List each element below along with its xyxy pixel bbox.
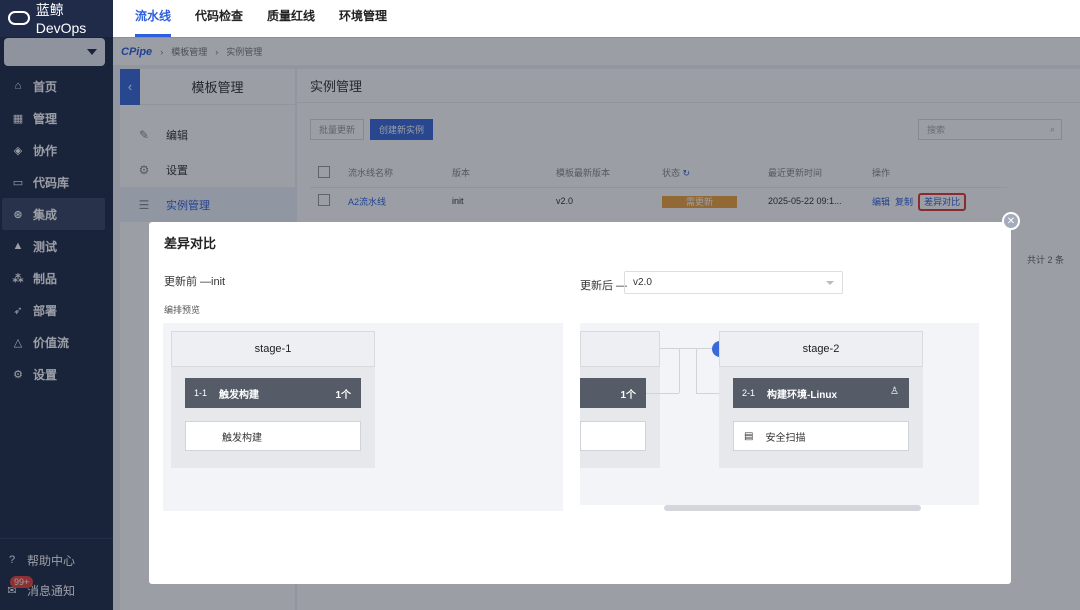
job-header[interactable]: 2-1 构建环境-Linux ♙ xyxy=(733,378,909,408)
tab-environment[interactable]: 环境管理 xyxy=(327,7,399,37)
close-icon: ✕ xyxy=(1006,215,1016,227)
task-name: 安全扫描 xyxy=(765,432,806,444)
stage-column: stage-1 1-1 触发构建 1个 触发构建 xyxy=(171,331,375,468)
app-logo[interactable]: 蓝鲸DevOps xyxy=(0,0,113,36)
stage-header[interactable]: stage-2 xyxy=(719,331,923,367)
selected-version: v2.0 xyxy=(633,277,652,288)
after-version-select[interactable]: v2.0 xyxy=(624,271,843,294)
app-name: 蓝鲸DevOps xyxy=(35,2,87,36)
preview-label: 编排预览 xyxy=(164,305,201,315)
modal-title: 差异对比 xyxy=(164,236,217,251)
clipboard-icon: ▤ xyxy=(744,430,754,442)
tab-code-check[interactable]: 代码检查 xyxy=(183,7,255,37)
stage-column: stage-2 2-1 构建环境-Linux ♙ ▤ 安全扫描 xyxy=(719,331,923,468)
linux-icon: ♙ xyxy=(890,386,899,397)
after-version-label: 更新后 — xyxy=(580,280,628,292)
job-header[interactable]: 1-1 触发构建 1个 xyxy=(185,378,361,408)
job-header[interactable]: 1个 xyxy=(580,378,646,408)
top-nav: 流水线 代码检查 质量红线 环境管理 xyxy=(113,0,1080,37)
job-name: 构建环境-Linux xyxy=(767,389,838,401)
task-item[interactable]: ▤ 安全扫描 xyxy=(733,421,909,451)
before-pipeline-canvas[interactable]: stage-1 1-1 触发构建 1个 触发构建 xyxy=(163,323,563,511)
horizontal-scrollbar[interactable] xyxy=(664,505,921,511)
close-button[interactable]: ✕ xyxy=(1002,212,1020,230)
task-item[interactable]: 触发构建 xyxy=(185,421,361,451)
job-name: 触发构建 xyxy=(219,389,260,401)
job-number: 2-1 xyxy=(742,388,756,398)
connector-line xyxy=(679,348,680,393)
tab-pipeline[interactable]: 流水线 xyxy=(123,7,183,37)
chevron-down-icon xyxy=(826,281,834,285)
job-count: 1个 xyxy=(335,390,351,401)
after-pipeline-canvas[interactable]: 1个 ↓ stage-2 2-1 构建环境-Linux ♙ ▤ 安全扫描 xyxy=(580,323,979,505)
connector-line xyxy=(646,393,679,394)
before-version-label: 更新前 —init xyxy=(164,276,226,288)
stage-header[interactable]: stage-1 xyxy=(171,331,375,367)
stage-column: 1个 xyxy=(580,331,660,468)
diff-modal: 差异对比 ✕ 更新前 —init 编排预览 更新后 — v2.0 stage-1… xyxy=(149,212,1020,584)
tab-quality-gate[interactable]: 质量红线 xyxy=(255,7,327,37)
connector-line xyxy=(660,348,720,349)
cloud-logo-icon xyxy=(8,11,30,25)
job-count: 1个 xyxy=(620,390,636,401)
task-item[interactable] xyxy=(580,421,646,451)
job-number: 1-1 xyxy=(194,388,208,398)
connector-line xyxy=(696,348,697,393)
stage-header[interactable] xyxy=(580,331,660,367)
